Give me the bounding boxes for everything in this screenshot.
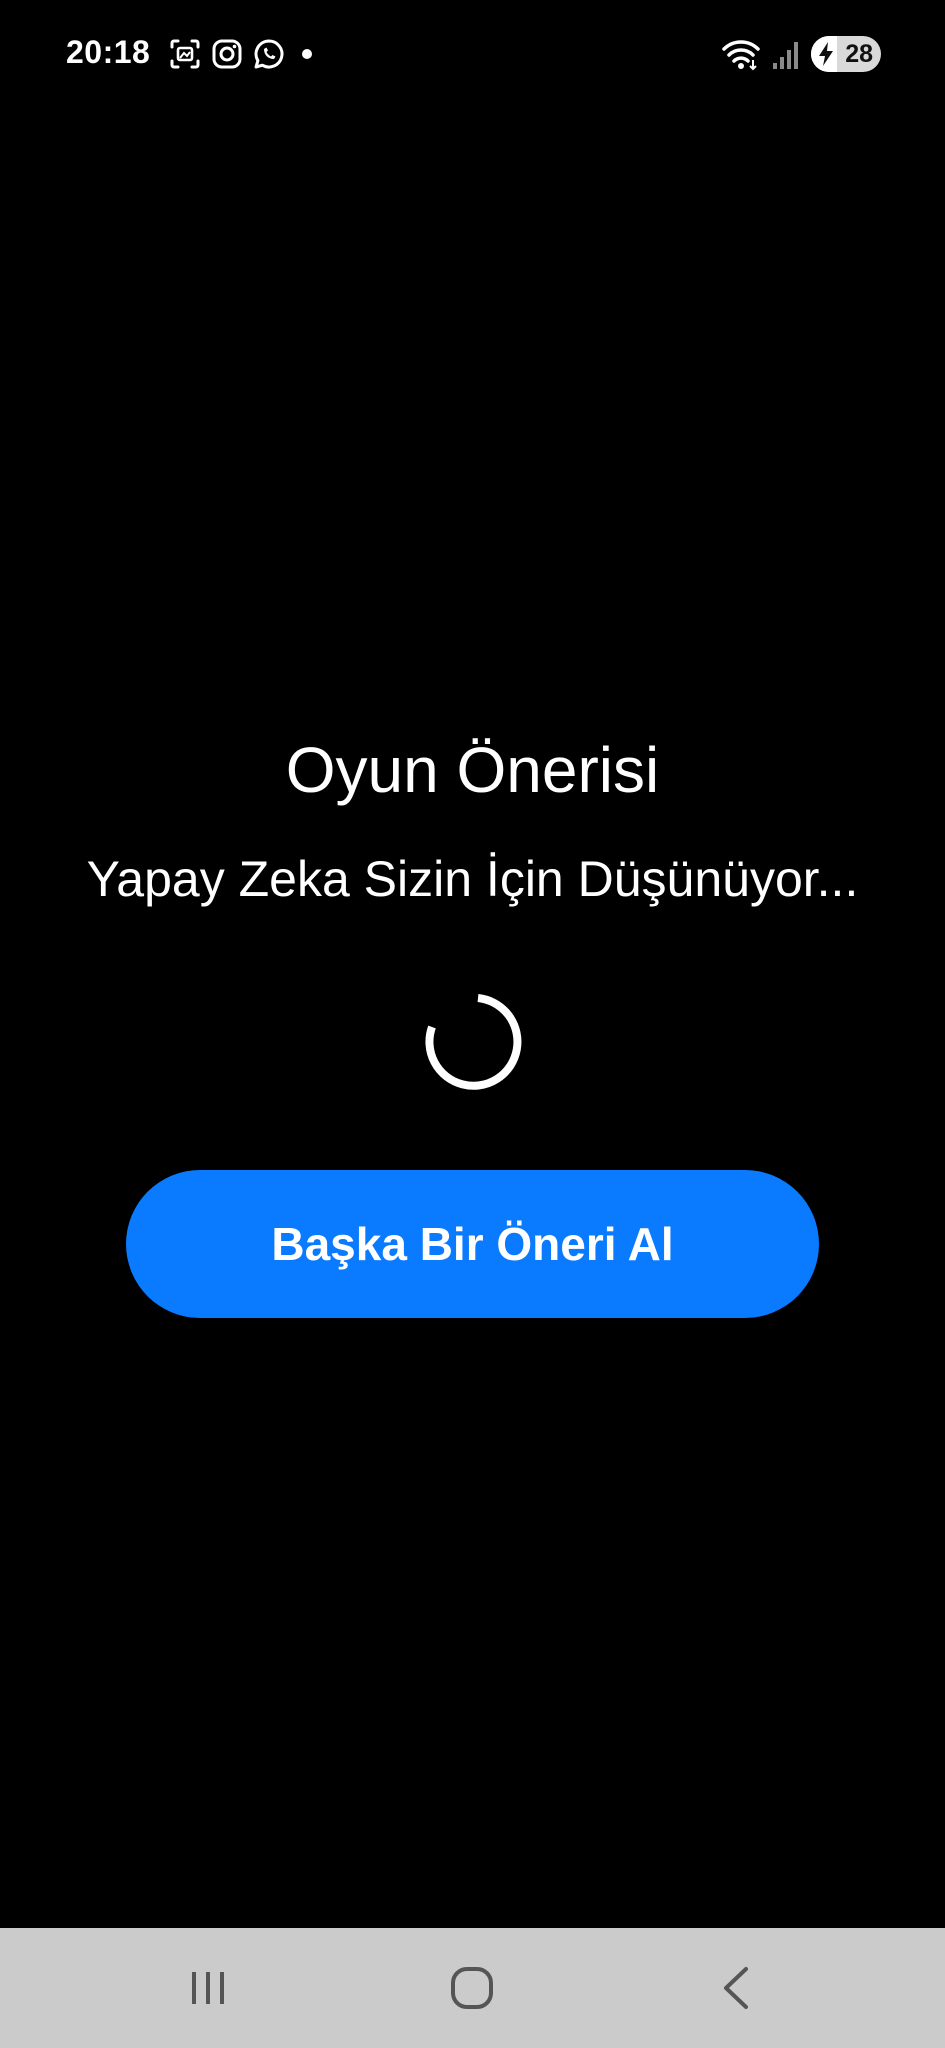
status-bar: 20:18 28 xyxy=(0,0,945,108)
recent-apps-icon xyxy=(192,1972,224,2004)
get-another-suggestion-button[interactable]: Başka Bir Öneri Al xyxy=(126,1170,819,1318)
back-icon xyxy=(724,1967,748,2009)
loading-message: Yapay Zeka Sizin İçin Düşünüyor... xyxy=(86,851,859,907)
battery-indicator: 28 xyxy=(811,36,881,72)
screenshot-icon xyxy=(168,37,202,71)
home-button[interactable] xyxy=(392,1928,552,2048)
app-screen: 20:18 28 Oyun Önerisi Yapay Zeka Sizin İ… xyxy=(0,0,945,2048)
navigation-bar xyxy=(0,1928,945,2048)
signal-icon xyxy=(771,37,801,71)
notification-icons xyxy=(168,36,320,72)
wifi-icon xyxy=(721,36,761,72)
recent-apps-button[interactable] xyxy=(128,1928,288,2048)
instagram-icon xyxy=(210,37,244,71)
battery-level: 28 xyxy=(845,40,873,68)
home-icon xyxy=(451,1967,493,2009)
page-title: Oyun Önerisi xyxy=(285,734,660,806)
charging-icon xyxy=(815,40,837,68)
more-dot-icon xyxy=(294,37,320,71)
back-button[interactable] xyxy=(656,1928,816,2048)
status-time: 20:18 xyxy=(66,34,151,70)
system-icons: 28 xyxy=(721,34,881,74)
whatsapp-icon xyxy=(252,37,286,71)
spinner-icon xyxy=(425,994,522,1090)
